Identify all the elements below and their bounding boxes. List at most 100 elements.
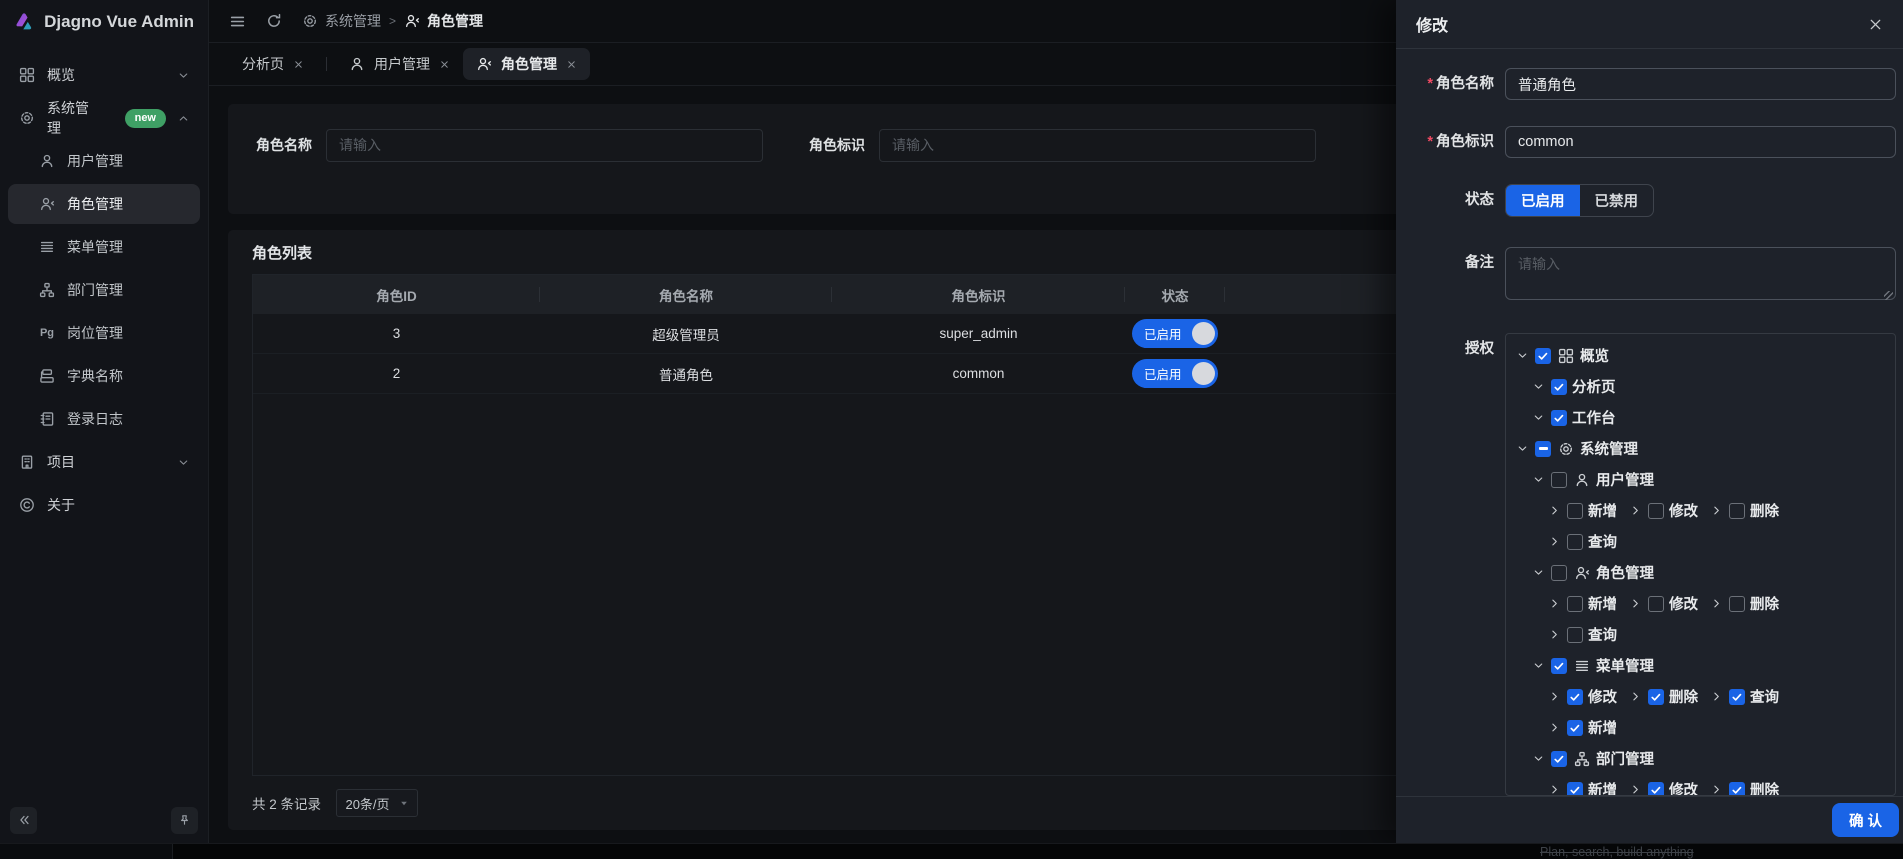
checkbox-checked[interactable] — [1567, 689, 1583, 705]
chevron-down-icon[interactable] — [177, 456, 190, 469]
checkbox-checked[interactable] — [1535, 348, 1551, 364]
sidebar-item-department-management[interactable]: 部门管理 — [8, 270, 200, 310]
tree-node-label[interactable]: 修改 — [1669, 779, 1698, 796]
chevron-right-icon[interactable] — [1548, 721, 1565, 734]
chevron-down-icon[interactable] — [1532, 380, 1549, 393]
tree-node-label[interactable]: 用户管理 — [1596, 469, 1654, 490]
tab-user-management[interactable]: 用户管理 — [336, 48, 463, 80]
tree-node[interactable]: 菜单管理 — [1532, 655, 1654, 676]
breadcrumb-item-system-management[interactable]: 系统管理 — [302, 11, 381, 31]
checkbox-checked[interactable] — [1551, 751, 1567, 767]
sidebar-item-dictionary-name[interactable]: 字典名称 — [8, 356, 200, 396]
checkbox-checked[interactable] — [1551, 410, 1567, 426]
chevron-right-icon[interactable] — [1629, 783, 1646, 796]
tree-node-label[interactable]: 修改 — [1669, 500, 1698, 521]
resize-grip-icon[interactable] — [1884, 291, 1893, 300]
tree-node[interactable]: 新增 — [1548, 500, 1617, 521]
tree-node[interactable]: 查询 — [1710, 686, 1779, 707]
checkbox-indeterminate[interactable] — [1535, 441, 1551, 457]
tree-node-label[interactable]: 删除 — [1750, 500, 1779, 521]
checkbox-checked[interactable] — [1648, 782, 1664, 797]
sidebar-item-post-management[interactable]: Pg岗位管理 — [8, 313, 200, 353]
checkbox-checked[interactable] — [1551, 379, 1567, 395]
chevron-right-icon[interactable] — [1710, 597, 1727, 610]
tree-node[interactable]: 新增 — [1548, 717, 1617, 738]
chevron-right-icon[interactable] — [1548, 535, 1565, 548]
chevron-right-icon[interactable] — [1629, 504, 1646, 517]
tree-node-label[interactable]: 概览 — [1580, 345, 1609, 366]
tree-node[interactable]: 新增 — [1548, 779, 1617, 796]
chevron-down-icon[interactable] — [1532, 473, 1549, 486]
confirm-button[interactable]: 确 认 — [1832, 803, 1899, 837]
tree-node[interactable]: 删除 — [1710, 779, 1779, 796]
tree-node[interactable]: 概览 — [1516, 345, 1609, 366]
tree-node-label[interactable]: 菜单管理 — [1596, 655, 1654, 676]
tree-node-label[interactable]: 角色管理 — [1596, 562, 1654, 583]
tree-node[interactable]: 修改 — [1629, 500, 1698, 521]
tree-node-label[interactable]: 查询 — [1588, 531, 1617, 552]
tree-node-label[interactable]: 查询 — [1750, 686, 1779, 707]
tree-node-label[interactable]: 删除 — [1750, 779, 1779, 796]
tree-node-label[interactable]: 新增 — [1588, 717, 1617, 738]
sidebar-item-user-management[interactable]: 用户管理 — [8, 141, 200, 181]
breadcrumb-item-role-management[interactable]: 角色管理 — [404, 11, 483, 31]
chevron-right-icon[interactable] — [1710, 504, 1727, 517]
tree-node[interactable]: 系统管理 — [1516, 438, 1638, 459]
tree-node-label[interactable]: 工作台 — [1572, 407, 1616, 428]
tree-node[interactable]: 修改 — [1629, 779, 1698, 796]
chevron-right-icon[interactable] — [1629, 597, 1646, 610]
chevron-down-icon[interactable] — [1532, 411, 1549, 424]
checkbox-unchecked[interactable] — [1729, 596, 1745, 612]
chevron-right-icon[interactable] — [1548, 597, 1565, 610]
chevron-up-icon[interactable] — [177, 112, 190, 125]
tree-node[interactable]: 用户管理 — [1532, 469, 1654, 490]
status-disabled-option[interactable]: 已禁用 — [1580, 185, 1654, 216]
logo[interactable]: Djagno Vue Admin — [0, 0, 208, 44]
checkbox-unchecked[interactable] — [1648, 503, 1664, 519]
role-name-input[interactable] — [1505, 68, 1896, 100]
close-icon[interactable] — [1868, 17, 1883, 32]
tree-node-label[interactable]: 删除 — [1669, 686, 1698, 707]
checkbox-checked[interactable] — [1729, 782, 1745, 797]
tree-node-label[interactable]: 新增 — [1588, 593, 1617, 614]
tree-node[interactable]: 分析页 — [1532, 376, 1616, 397]
checkbox-checked[interactable] — [1567, 782, 1583, 797]
chevron-down-icon[interactable] — [1532, 566, 1549, 579]
sidebar-item-overview[interactable]: 概览 — [8, 55, 200, 95]
tree-node[interactable]: 角色管理 — [1532, 562, 1654, 583]
tree-node-label[interactable]: 分析页 — [1572, 376, 1616, 397]
checkbox-unchecked[interactable] — [1567, 627, 1583, 643]
close-tab-icon[interactable] — [566, 59, 577, 70]
sidebar-item-about[interactable]: 关于 — [8, 485, 200, 525]
checkbox-unchecked[interactable] — [1551, 472, 1567, 488]
chevron-right-icon[interactable] — [1548, 504, 1565, 517]
tree-node[interactable]: 删除 — [1710, 500, 1779, 521]
tree-node[interactable]: 工作台 — [1532, 407, 1616, 428]
checkbox-checked[interactable] — [1567, 720, 1583, 736]
close-tab-icon[interactable] — [293, 59, 304, 70]
tree-node-label[interactable]: 部门管理 — [1596, 748, 1654, 769]
checkbox-unchecked[interactable] — [1648, 596, 1664, 612]
refresh-icon[interactable] — [266, 13, 282, 29]
sidebar-item-project[interactable]: 项目 — [8, 442, 200, 482]
chevron-down-icon[interactable] — [1532, 752, 1549, 765]
close-tab-icon[interactable] — [439, 59, 450, 70]
tree-node-label[interactable]: 系统管理 — [1580, 438, 1638, 459]
status-toggle[interactable]: 已启用 — [1132, 319, 1218, 348]
sidebar-item-menu-management[interactable]: 菜单管理 — [8, 227, 200, 267]
tab-analysis-page[interactable]: 分析页 — [229, 48, 317, 80]
tree-node-label[interactable]: 新增 — [1588, 779, 1617, 796]
checkbox-unchecked[interactable] — [1729, 503, 1745, 519]
status-enabled-option[interactable]: 已启用 — [1506, 185, 1580, 216]
tree-node-label[interactable]: 删除 — [1750, 593, 1779, 614]
hamburger-menu-button[interactable] — [229, 13, 246, 30]
checkbox-checked[interactable] — [1551, 658, 1567, 674]
chevron-down-icon[interactable] — [177, 69, 190, 82]
chevron-down-icon[interactable] — [1516, 442, 1533, 455]
sidebar-item-login-log[interactable]: 登录日志 — [8, 399, 200, 439]
chevron-right-icon[interactable] — [1548, 628, 1565, 641]
chevron-right-icon[interactable] — [1710, 783, 1727, 796]
tree-node[interactable]: 修改 — [1548, 686, 1617, 707]
checkbox-checked[interactable] — [1648, 689, 1664, 705]
tree-node-label[interactable]: 查询 — [1588, 624, 1617, 645]
